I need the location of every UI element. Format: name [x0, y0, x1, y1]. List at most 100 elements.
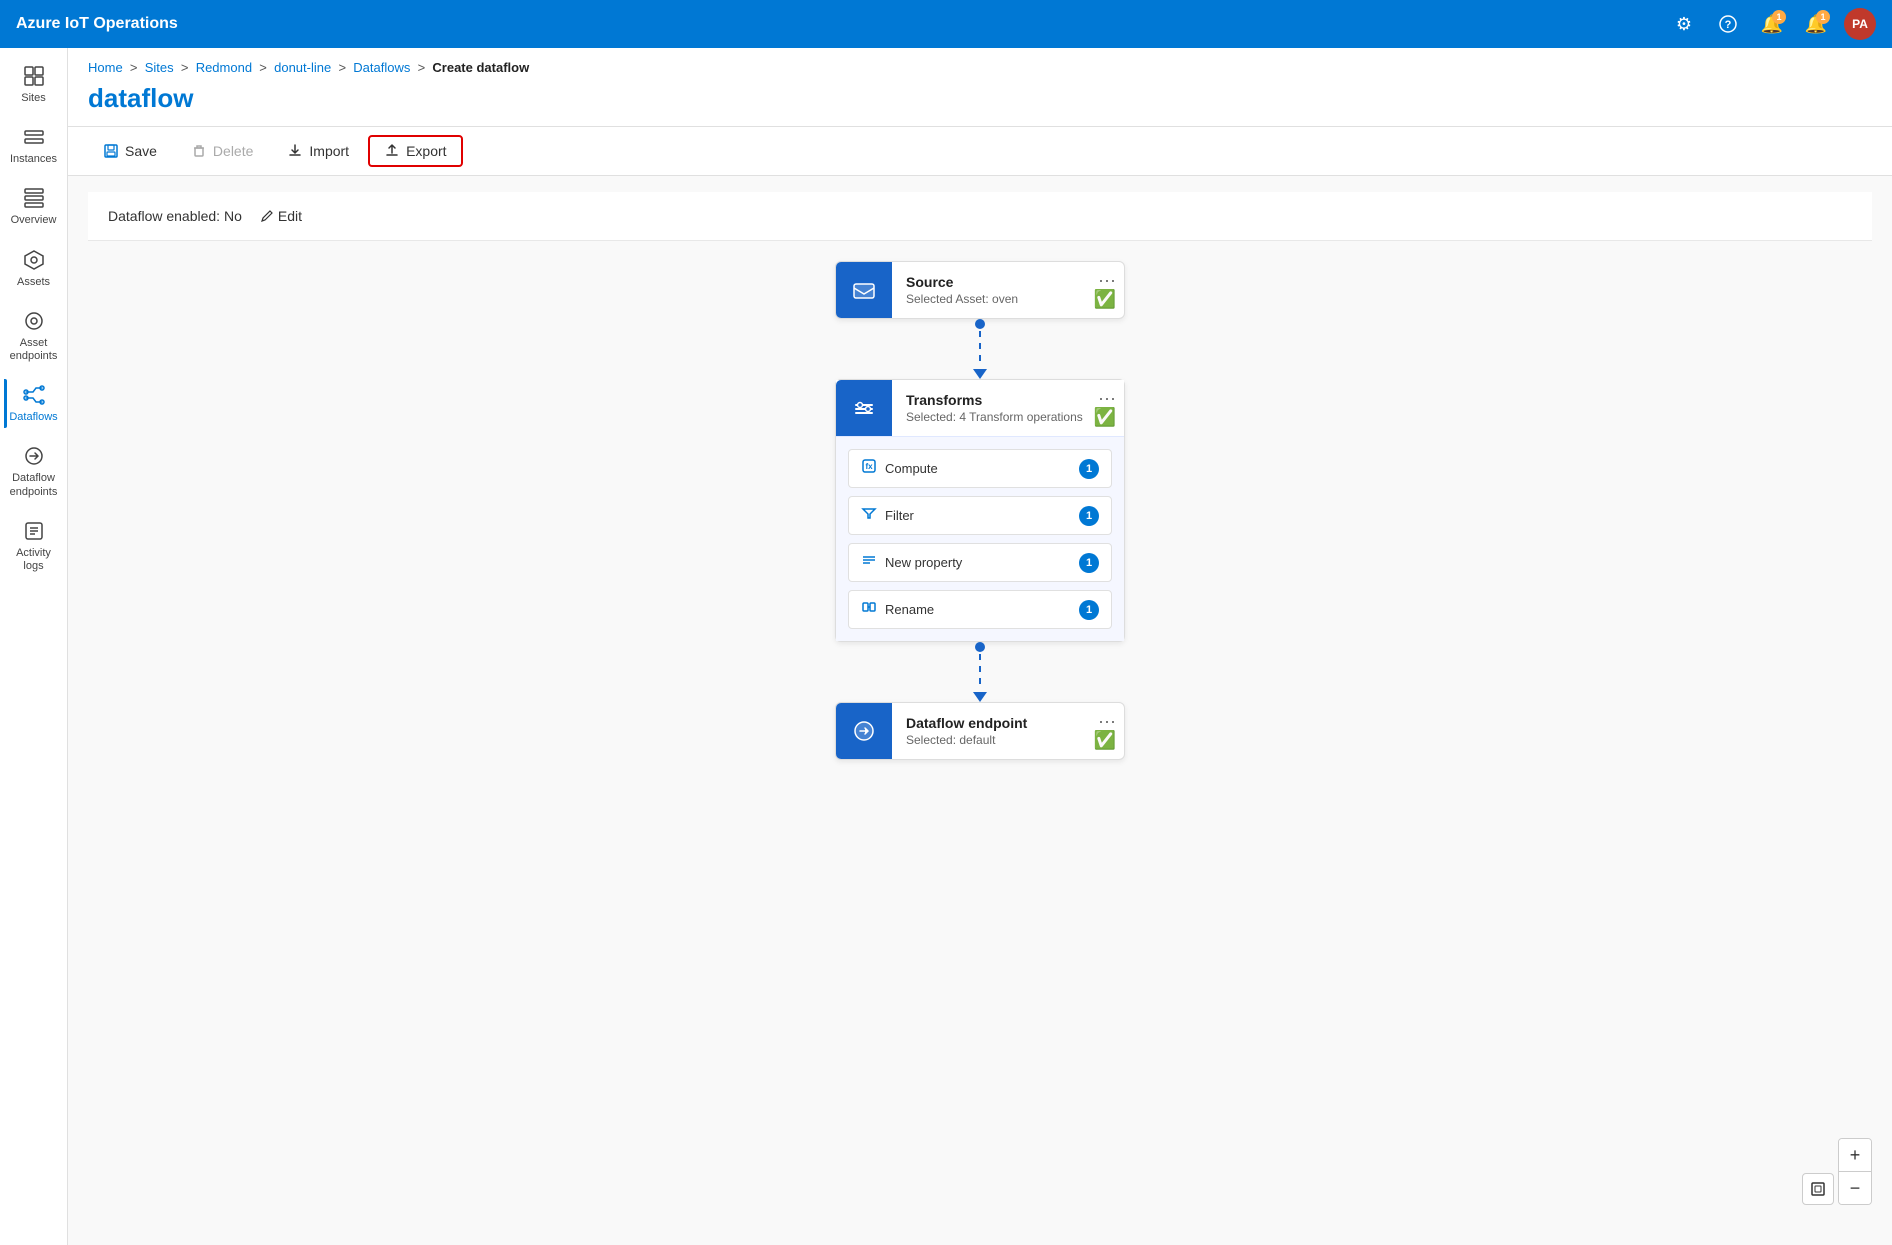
transforms-node-menu[interactable]: ···: [1098, 388, 1116, 409]
rename-label: Rename: [885, 602, 934, 617]
notification1-badge: 1: [1772, 10, 1786, 24]
sidebar-item-dataflow-endpoints[interactable]: Dataflow endpoints: [4, 436, 64, 506]
endpoint-node-title: Dataflow endpoint: [906, 715, 1112, 731]
compute-badge: 1: [1079, 459, 1099, 479]
endpoint-node-subtitle: Selected: default: [906, 733, 1112, 747]
endpoint-node-content: Dataflow endpoint Selected: default ··· …: [892, 703, 1124, 759]
rename-icon: [861, 599, 877, 620]
edit-button[interactable]: Edit: [252, 204, 310, 228]
svg-text:fx: fx: [865, 462, 873, 471]
transforms-body: fx Compute 1: [836, 436, 1124, 641]
toolbar: Save Delete Import: [68, 126, 1892, 176]
save-icon: [103, 143, 119, 159]
breadcrumb: Home > Sites > Redmond > donut-line > Da…: [68, 48, 1892, 79]
page-title: dataflow: [68, 79, 1892, 126]
connector-2-dot: [975, 642, 985, 652]
breadcrumb-redmond[interactable]: Redmond: [196, 60, 252, 75]
endpoint-node-menu[interactable]: ···: [1098, 711, 1116, 732]
instances-icon: [22, 125, 46, 149]
sidebar-item-dataflows-label: Dataflows: [9, 411, 57, 424]
compute-icon: fx: [861, 458, 877, 479]
save-button[interactable]: Save: [88, 136, 172, 166]
sidebar-item-dataflows[interactable]: Dataflows: [4, 375, 64, 432]
endpoint-node-icon-area: [836, 703, 892, 759]
sidebar-item-activity-logs[interactable]: Activity logs: [4, 511, 64, 581]
notification2-icon[interactable]: 🔔 1: [1800, 8, 1832, 40]
zoom-out-button[interactable]: −: [1839, 1172, 1871, 1204]
status-bar: Dataflow enabled: No Edit: [88, 192, 1872, 241]
dataflow-status: Dataflow enabled: No: [108, 208, 242, 224]
breadcrumb-sites[interactable]: Sites: [145, 60, 174, 75]
app-title: Azure IoT Operations: [16, 15, 178, 33]
rename-badge: 1: [1079, 600, 1099, 620]
content-area: Home > Sites > Redmond > donut-line > Da…: [68, 48, 1892, 1245]
zoom-frame-icon: [1810, 1181, 1826, 1197]
zoom-frame-button[interactable]: [1802, 1173, 1834, 1205]
export-button[interactable]: Export: [368, 135, 462, 167]
endpoint-node-check: ✅: [1094, 730, 1116, 751]
connector-2-line: [979, 654, 981, 690]
sidebar-item-sites[interactable]: Sites: [4, 56, 64, 113]
sidebar: Sites Instances Overview: [0, 48, 68, 1245]
connector-2-arrow: [973, 692, 987, 702]
sites-icon: [22, 64, 46, 88]
transform-item-rename[interactable]: Rename 1: [848, 590, 1112, 629]
topbar-icons: ⚙ ? 🔔 1 🔔 1 PA: [1668, 8, 1876, 40]
dataflow-endpoints-icon: [22, 444, 46, 468]
transforms-node-icon: [850, 394, 878, 422]
transform-item-filter[interactable]: Filter 1: [848, 496, 1112, 535]
sidebar-item-asset-endpoints[interactable]: Asset endpoints: [4, 301, 64, 371]
dataflow-area: Dataflow enabled: No Edit: [68, 176, 1892, 1245]
sidebar-item-asset-endpoints-label: Asset endpoints: [8, 337, 60, 363]
activity-logs-icon: [22, 519, 46, 543]
zoom-in-button[interactable]: +: [1839, 1139, 1871, 1171]
help-icon[interactable]: ?: [1712, 8, 1744, 40]
transform-item-compute[interactable]: fx Compute 1: [848, 449, 1112, 488]
export-icon: [384, 143, 400, 159]
breadcrumb-dataflows[interactable]: Dataflows: [353, 60, 410, 75]
import-icon: [287, 143, 303, 159]
avatar[interactable]: PA: [1844, 8, 1876, 40]
delete-button[interactable]: Delete: [176, 136, 268, 166]
breadcrumb-home[interactable]: Home: [88, 60, 123, 75]
main-layout: Sites Instances Overview: [0, 48, 1892, 1245]
endpoint-node: Dataflow endpoint Selected: default ··· …: [835, 702, 1125, 760]
sidebar-item-instances[interactable]: Instances: [4, 117, 64, 174]
zoom-controls: + −: [1838, 1138, 1872, 1205]
sidebar-item-instances-label: Instances: [10, 153, 57, 166]
source-node-title: Source: [906, 274, 1112, 290]
breadcrumb-current: Create dataflow: [432, 60, 529, 75]
import-button[interactable]: Import: [272, 136, 364, 166]
filter-label: Filter: [885, 508, 914, 523]
new-property-badge: 1: [1079, 553, 1099, 573]
overview-icon: [22, 186, 46, 210]
source-node-icon: [850, 276, 878, 304]
delete-icon: [191, 143, 207, 159]
transforms-node-content: Transforms Selected: 4 Transform operati…: [892, 380, 1124, 436]
source-node-subtitle: Selected Asset: oven: [906, 292, 1112, 306]
svg-text:?: ?: [1725, 19, 1732, 31]
new-property-icon: [861, 552, 877, 573]
settings-icon[interactable]: ⚙: [1668, 8, 1700, 40]
transforms-node-icon-area: [836, 380, 892, 436]
sidebar-item-overview[interactable]: Overview: [4, 178, 64, 235]
source-node-check: ✅: [1094, 289, 1116, 310]
connector-2: [973, 642, 987, 702]
transform-item-new-property[interactable]: New property 1: [848, 543, 1112, 582]
new-property-label: New property: [885, 555, 962, 570]
transforms-node-subtitle: Selected: 4 Transform operations: [906, 410, 1112, 424]
notification2-badge: 1: [1816, 10, 1830, 24]
sidebar-item-assets[interactable]: Assets: [4, 240, 64, 297]
transforms-node-check: ✅: [1094, 407, 1116, 428]
source-node-menu[interactable]: ···: [1098, 270, 1116, 291]
breadcrumb-donut-line[interactable]: donut-line: [274, 60, 331, 75]
connector-1-line: [979, 331, 981, 367]
notification1-icon[interactable]: 🔔 1: [1756, 8, 1788, 40]
asset-endpoints-icon: [22, 309, 46, 333]
filter-icon: [861, 505, 877, 526]
source-node-content: Source Selected Asset: oven ··· ✅: [892, 262, 1124, 318]
topbar: Azure IoT Operations ⚙ ? 🔔 1 🔔 1 PA: [0, 0, 1892, 48]
edit-icon: [260, 209, 274, 223]
source-node: Source Selected Asset: oven ··· ✅: [835, 261, 1125, 319]
sidebar-item-dataflow-endpoints-label: Dataflow endpoints: [8, 472, 60, 498]
